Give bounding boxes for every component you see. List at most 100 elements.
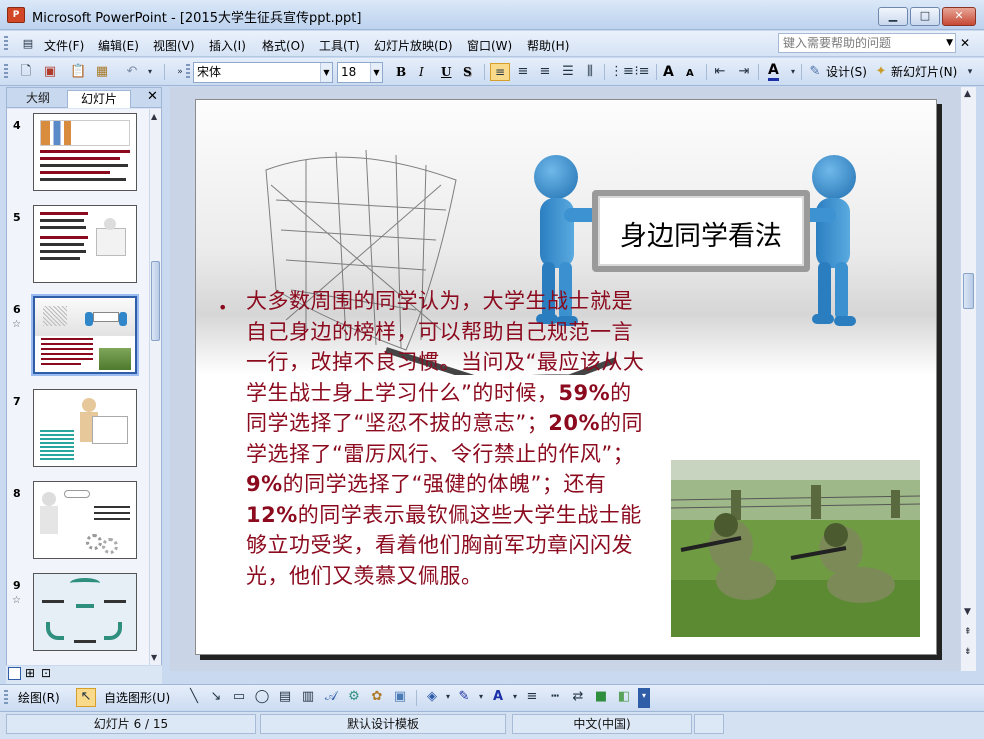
menu-tools[interactable]: 工具(T) bbox=[319, 37, 360, 54]
text-color-icon[interactable]: A bbox=[490, 689, 506, 705]
oval-icon[interactable]: ◯ bbox=[254, 689, 270, 705]
scroll-up-icon[interactable]: ▲ bbox=[151, 112, 157, 121]
arrow-icon[interactable]: ↘ bbox=[208, 689, 224, 705]
fill-color-dropdown-icon[interactable]: ▾ bbox=[440, 689, 456, 705]
bullets-icon[interactable]: ⁝≡ bbox=[634, 64, 650, 80]
numbering-icon[interactable]: ⋮≡ bbox=[610, 64, 634, 80]
slideshow-view-icon[interactable]: ⊡ bbox=[41, 666, 51, 680]
font-color-dropdown-icon[interactable]: ▾ bbox=[785, 64, 801, 80]
scroll-up-icon[interactable]: ▲ bbox=[964, 89, 971, 99]
font-size-combo[interactable]: 18 ▼ bbox=[337, 62, 383, 83]
autoshapes-button[interactable]: 自选图形(U) bbox=[104, 689, 170, 707]
design-icon[interactable]: ✎ bbox=[807, 64, 823, 80]
scroll-down-icon[interactable]: ▼ bbox=[964, 607, 971, 617]
align-left-icon[interactable]: ≡ bbox=[490, 63, 510, 81]
align-right-icon[interactable]: ≡ bbox=[537, 64, 553, 80]
undo-icon[interactable]: ↶ bbox=[124, 64, 140, 80]
document-icon[interactable]: ▤ bbox=[20, 36, 36, 52]
dash-style-icon[interactable]: ┅ bbox=[547, 689, 563, 705]
clipart-icon[interactable]: ✿ bbox=[369, 689, 385, 705]
decrease-font-button[interactable]: A bbox=[686, 65, 694, 83]
paste-special-icon[interactable]: ▦ bbox=[94, 64, 110, 80]
menu-slideshow[interactable]: 幻灯片放映(D) bbox=[374, 37, 453, 54]
bold-button[interactable]: B bbox=[396, 63, 406, 81]
text-color-dropdown-icon[interactable]: ▾ bbox=[507, 689, 523, 705]
slide-thumbnail-9[interactable] bbox=[33, 573, 137, 651]
scroll-down-icon[interactable]: ▼ bbox=[151, 653, 157, 662]
font-name-combo[interactable]: 宋体 ▼ bbox=[193, 62, 333, 83]
tab-slides[interactable]: 幻灯片 bbox=[67, 90, 131, 108]
decrease-indent-icon[interactable]: ⇤ bbox=[712, 64, 728, 80]
close-button[interactable]: ✕ bbox=[942, 7, 976, 26]
vertical-textbox-icon[interactable]: ▥ bbox=[300, 689, 316, 705]
drawbar-options-icon[interactable]: ▾ bbox=[638, 688, 650, 708]
slide-thumbnail-5[interactable] bbox=[33, 205, 137, 283]
shadow-button[interactable]: S bbox=[463, 63, 472, 81]
line-color-dropdown-icon[interactable]: ▾ bbox=[473, 689, 489, 705]
align-center-icon[interactable]: ≡ bbox=[515, 64, 531, 80]
new-document-icon[interactable]: 🗋 bbox=[18, 64, 34, 80]
slide-sorter-view-icon[interactable]: ⊞ bbox=[25, 666, 35, 680]
shadow-style-icon[interactable]: ■ bbox=[593, 689, 609, 705]
italic-button[interactable]: I bbox=[419, 63, 424, 81]
text-direction-icon[interactable]: ⫼ bbox=[582, 64, 598, 80]
line-color-icon[interactable]: ✎ bbox=[456, 689, 472, 705]
menu-format[interactable]: 格式(O) bbox=[262, 37, 305, 54]
scrollbar-thumb[interactable] bbox=[963, 273, 974, 309]
font-color-button[interactable]: A bbox=[768, 63, 779, 81]
minimize-button[interactable]: ▁ bbox=[878, 7, 908, 26]
new-slide-icon[interactable]: ✦ bbox=[873, 64, 889, 80]
panel-close-icon[interactable]: ✕ bbox=[147, 89, 158, 104]
menu-help[interactable]: 帮助(H) bbox=[527, 37, 569, 54]
permission-icon[interactable]: ▣ bbox=[42, 64, 58, 80]
close-document-icon[interactable]: ✕ bbox=[960, 36, 970, 50]
new-slide-button[interactable]: 新幻灯片(N) bbox=[891, 63, 957, 81]
rectangle-icon[interactable]: ▭ bbox=[231, 689, 247, 705]
powerpoint-app-icon[interactable]: P bbox=[7, 7, 25, 23]
arrow-style-icon[interactable]: ⇄ bbox=[570, 689, 586, 705]
slide-thumbnail-7[interactable] bbox=[33, 389, 137, 467]
menu-window[interactable]: 窗口(W) bbox=[467, 37, 512, 54]
underline-button[interactable]: U bbox=[441, 63, 451, 81]
line-style-icon[interactable]: ≡ bbox=[524, 689, 540, 705]
undo-dropdown-icon[interactable]: ▾ bbox=[142, 64, 158, 80]
menu-grip-handle[interactable] bbox=[4, 36, 8, 52]
scrollbar-thumb[interactable] bbox=[151, 261, 160, 341]
maximize-button[interactable]: □ bbox=[910, 7, 940, 26]
draw-menu-button[interactable]: 绘图(R) bbox=[18, 689, 60, 707]
menu-view[interactable]: 视图(V) bbox=[153, 37, 195, 54]
menu-edit[interactable]: 编辑(E) bbox=[98, 37, 139, 54]
next-slide-icon[interactable]: ⇟ bbox=[964, 647, 972, 657]
chevron-down-icon[interactable]: ▼ bbox=[320, 63, 332, 82]
slide-body-text[interactable]: 大多数周围的同学认为，大学生战士就是自己身边的榜样，可以帮助自己规范一言一行，改… bbox=[246, 286, 651, 591]
current-slide[interactable]: 身边同学看法 • 大多数周围的同学认为，大学生战士就是自己身边的榜样，可以帮助自… bbox=[195, 99, 937, 655]
slide-scrollbar[interactable]: ▲ ▼ ⇞ ⇟ bbox=[960, 87, 976, 671]
paste-icon[interactable]: 📋 bbox=[70, 64, 86, 80]
select-pointer-icon[interactable]: ↖ bbox=[76, 688, 96, 707]
thumbnail-scrollbar[interactable]: ▲ ▼ bbox=[149, 109, 161, 665]
diagram-icon[interactable]: ⚙ bbox=[346, 689, 362, 705]
fill-color-icon[interactable]: ◈ bbox=[424, 689, 440, 705]
drawbar-grip-handle[interactable] bbox=[4, 690, 8, 706]
picture-icon[interactable]: ▣ bbox=[392, 689, 408, 705]
chevron-down-icon[interactable]: ▼ bbox=[946, 34, 953, 52]
textbox-icon[interactable]: ▤ bbox=[277, 689, 293, 705]
previous-slide-icon[interactable]: ⇞ bbox=[964, 627, 972, 637]
toolbar-grip-handle[interactable] bbox=[4, 64, 8, 80]
line-icon[interactable]: ╲ bbox=[186, 689, 202, 705]
increase-indent-icon[interactable]: ⇥ bbox=[736, 64, 752, 80]
toolbar-grip-handle-2[interactable] bbox=[186, 64, 190, 80]
tab-outline[interactable]: 大纲 bbox=[13, 90, 63, 108]
chevron-down-icon[interactable]: ▼ bbox=[370, 63, 382, 82]
menu-insert[interactable]: 插入(I) bbox=[209, 37, 246, 54]
menu-file[interactable]: 文件(F) bbox=[44, 37, 84, 54]
help-question-input[interactable]: 键入需要帮助的问题 ▼ bbox=[778, 33, 956, 53]
slide-thumbnail-4[interactable] bbox=[33, 113, 137, 191]
template-status[interactable]: 默认设计模板 bbox=[260, 714, 506, 734]
justify-icon[interactable]: ☰ bbox=[560, 64, 576, 80]
wordart-icon[interactable]: 𝒜 bbox=[323, 689, 339, 705]
normal-view-icon[interactable] bbox=[8, 667, 21, 680]
increase-font-button[interactable]: A bbox=[663, 63, 674, 81]
toolbar-options-icon[interactable]: ▾ bbox=[962, 64, 978, 80]
3d-style-icon[interactable]: ◧ bbox=[616, 689, 632, 705]
